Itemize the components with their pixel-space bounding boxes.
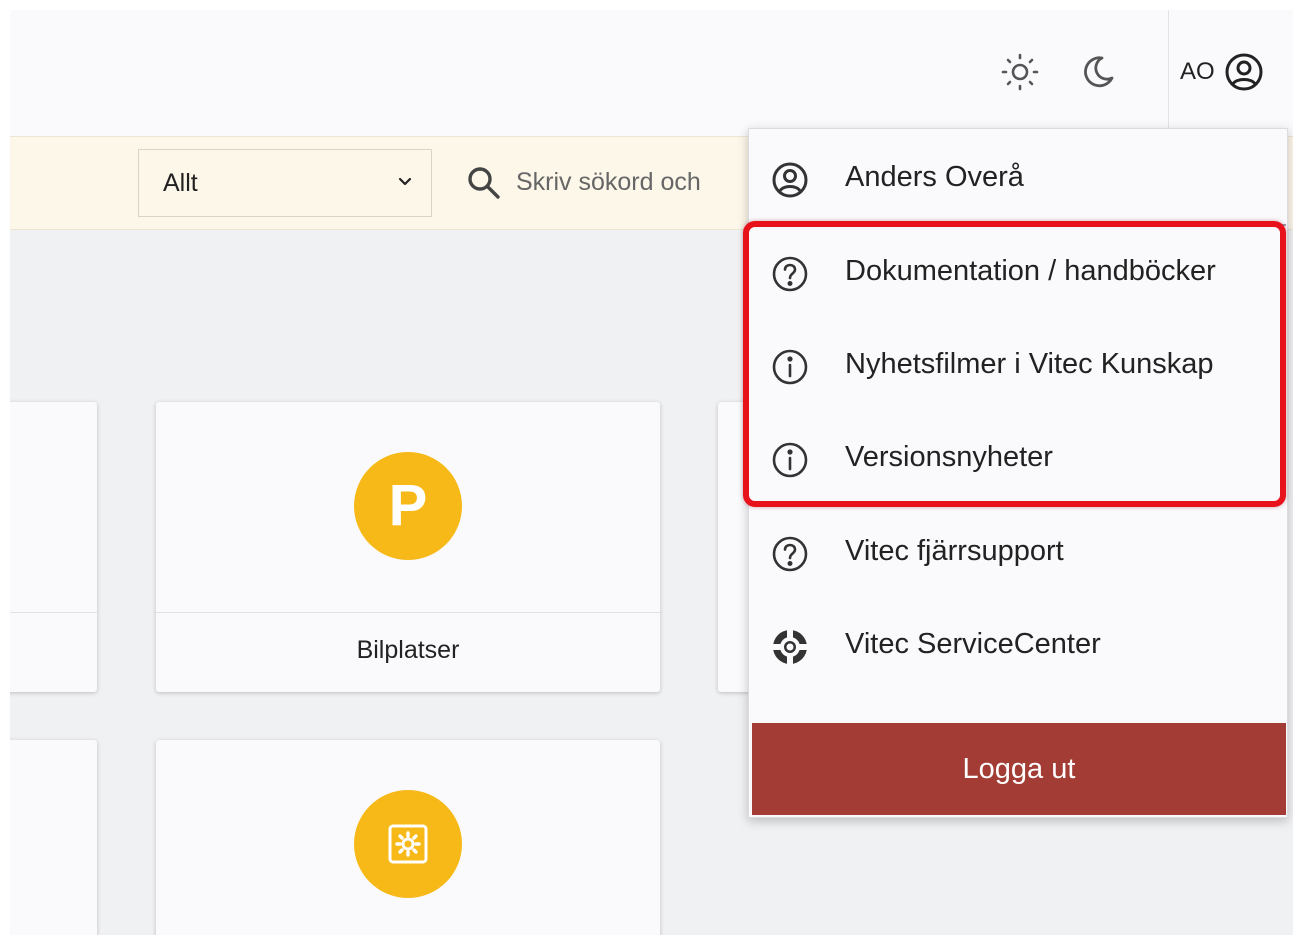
menu-item-label: Vitec fjärrsupport [845,535,1064,567]
app-tile[interactable] [156,740,660,935]
gear-box-icon [354,790,462,898]
tile-title: Bilplatser [356,636,460,664]
menu-item-label: Nyhetsfilmer i Vitec Kunskap [845,348,1214,380]
help-circle-icon [769,533,811,575]
top-header: AO [10,10,1293,136]
app-tile[interactable] [10,402,97,692]
menu-item-label: Vitec ServiceCenter [845,628,1101,660]
tile-divider [10,612,97,613]
moon-icon [1084,56,1114,88]
user-dropdown-menu: Anders Overå Dokumentation / handböcker … [748,128,1288,818]
light-mode-button[interactable] [998,50,1042,94]
category-select[interactable]: Allt [138,149,432,217]
menu-item-remote-support[interactable]: Vitec fjärrsupport [749,503,1287,593]
logout-button[interactable]: Logga ut [752,723,1286,815]
user-name: Anders Overå [845,161,1024,193]
user-circle-icon [769,159,811,201]
info-circle-icon [769,346,811,388]
menu-item-documentation[interactable]: Dokumentation / handböcker [749,223,1287,313]
search-icon[interactable] [466,165,502,201]
tile-divider [156,612,660,613]
menu-item-user-profile[interactable]: Anders Overå [749,129,1287,219]
user-menu-button[interactable]: AO [1180,50,1265,94]
help-circle-icon [769,253,811,295]
parking-icon-letter: P [388,473,428,538]
chevron-down-icon [398,177,412,186]
menu-item-version-news[interactable]: Versionsnyheter [749,409,1287,499]
app-tile[interactable] [10,740,97,935]
menu-item-label: Dokumentation / handböcker [845,255,1216,287]
lifebuoy-icon [769,626,811,668]
app-tile-bilplatser[interactable]: P Bilplatser [156,402,660,692]
parking-icon: P [354,452,462,560]
sun-icon [1001,53,1039,91]
menu-item-servicecenter[interactable]: Vitec ServiceCenter [749,596,1287,686]
info-circle-icon [769,439,811,481]
menu-item-label: Versionsnyheter [845,441,1053,473]
user-circle-icon [1225,53,1263,91]
header-divider [1168,10,1169,136]
app-screen: AO Allt P Bilplatser [10,10,1293,935]
menu-item-news-videos[interactable]: Nyhetsfilmer i Vitec Kunskap [749,316,1287,406]
dark-mode-button[interactable] [1076,50,1120,94]
user-initials: AO [1180,58,1215,85]
category-select-value: Allt [163,168,198,197]
search-input[interactable] [516,157,766,207]
